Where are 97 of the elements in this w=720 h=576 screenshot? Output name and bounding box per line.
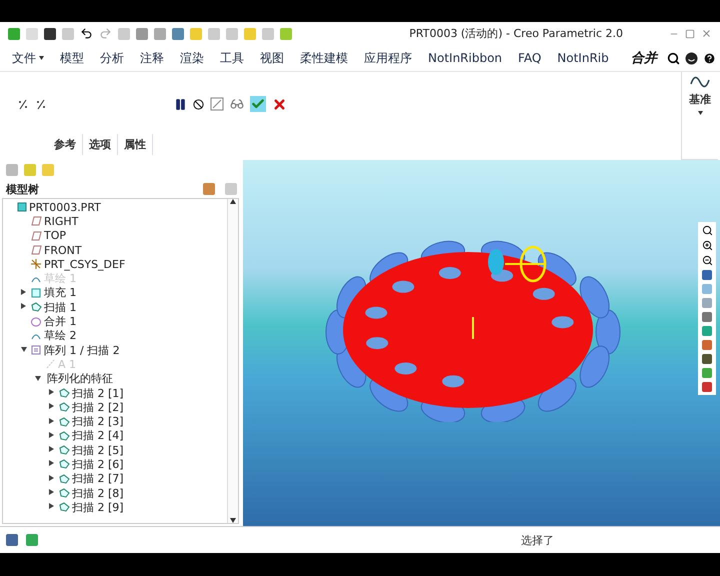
expanded-triangle-icon[interactable]: [35, 376, 41, 381]
tree-item[interactable]: RIGHT: [3, 214, 227, 229]
search-icon[interactable]: [702, 225, 712, 236]
sweep-icon: [59, 402, 70, 412]
sweep-icon: [59, 459, 70, 470]
cancel-icon[interactable]: [272, 96, 287, 112]
tree-item[interactable]: PRT0003.PRT: [3, 200, 227, 214]
sweep-icon: [59, 488, 70, 498]
sweep-icon: [59, 416, 70, 427]
scroll-down-icon[interactable]: [230, 518, 236, 523]
sweep-icon: [31, 302, 42, 312]
search-icon[interactable]: [667, 52, 680, 64]
no-preview-icon[interactable]: [193, 98, 204, 110]
preview-icon[interactable]: [210, 97, 224, 111]
tree-item[interactable]: 扫描 2 [7]: [3, 472, 227, 486]
sweep-icon: [59, 445, 70, 456]
smiley-icon[interactable]: [685, 52, 698, 64]
caret-icon[interactable]: [698, 111, 702, 115]
tree-item[interactable]: 扫描 2 [3]: [3, 414, 227, 429]
ribbon-tab[interactable]: 视图: [252, 46, 292, 70]
fill-icon: [31, 288, 42, 298]
ribbon-tab[interactable]: NotInRib: [549, 47, 617, 69]
scrollbar[interactable]: [227, 199, 238, 523]
toolbar-icon[interactable]: [44, 28, 56, 40]
redo-icon[interactable]: [99, 27, 112, 40]
pause-icon[interactable]: [174, 98, 187, 110]
sweep-icon: [59, 388, 70, 398]
ribbon-tab[interactable]: 柔性建模: [292, 46, 356, 70]
tree-item[interactable]: 扫描 2 [2]: [3, 400, 227, 414]
tree-item[interactable]: 合并 1: [3, 314, 227, 329]
tree-item[interactable]: 扫描 1: [3, 300, 227, 314]
ribbon-tab[interactable]: 模型: [52, 46, 92, 70]
dashboard-tab[interactable]: 选项: [83, 134, 118, 155]
ribbon-tab[interactable]: 渲染: [172, 46, 212, 70]
tree-item[interactable]: PRT_CSYS_DEF: [3, 257, 227, 272]
tree-item[interactable]: TOP: [3, 228, 227, 243]
tree-item[interactable]: 扫描 2 [8]: [3, 486, 227, 500]
dashboard-tab[interactable]: 属性: [118, 134, 153, 155]
maximize-icon[interactable]: [685, 28, 695, 38]
collapsed-triangle-icon[interactable]: [21, 288, 26, 295]
pattern-icon: [31, 345, 42, 356]
part-icon: [17, 202, 27, 212]
close-icon[interactable]: [701, 28, 712, 39]
collapsed-triangle-icon[interactable]: [49, 418, 54, 424]
apply-button[interactable]: [250, 96, 266, 112]
ribbon-tab[interactable]: NotInRibbon: [420, 47, 510, 69]
scroll-up-icon[interactable]: [230, 199, 236, 204]
tree-item[interactable]: 阵列 1 / 扫描 2: [3, 342, 227, 358]
collapsed-triangle-icon[interactable]: [49, 489, 54, 496]
tree-item[interactable]: 扫描 2 [9]: [3, 500, 227, 515]
ribbon-tab[interactable]: 分析: [92, 46, 132, 70]
sweep-icon: [59, 430, 70, 441]
tree-item[interactable]: 扫描 2 [5]: [3, 443, 227, 458]
tree-item[interactable]: 扫描 2 [6]: [3, 457, 227, 472]
dimension-icon[interactable]: [18, 98, 28, 110]
active-feature-label: 合并: [630, 50, 657, 67]
dimension-icon[interactable]: [36, 98, 46, 110]
zoom-out-icon[interactable]: [702, 255, 712, 266]
collapsed-triangle-icon[interactable]: [21, 303, 26, 310]
collapsed-triangle-icon[interactable]: [49, 460, 54, 466]
ribbon-tab[interactable]: 应用程序: [356, 46, 420, 70]
undo-icon[interactable]: [80, 27, 93, 40]
sine-curve-icon[interactable]: [690, 76, 710, 88]
model-tree-title: 模型树: [6, 182, 39, 196]
axis-icon: [45, 359, 56, 370]
collapsed-triangle-icon[interactable]: [49, 403, 54, 410]
plane-icon: [31, 216, 42, 226]
ribbon-tab[interactable]: FAQ: [510, 47, 550, 69]
collapsed-triangle-icon[interactable]: [49, 432, 54, 438]
sweep-icon: [59, 474, 70, 484]
tree-item[interactable]: 扫描 2 [1]: [3, 386, 227, 400]
sweep-icon: [59, 502, 70, 512]
zoom-in-icon[interactable]: [702, 240, 712, 251]
tree-item[interactable]: 草绘 2: [3, 328, 227, 343]
ribbon-tab[interactable]: 文件: [4, 46, 52, 70]
status-message: 选择了: [521, 532, 554, 548]
tree-item[interactable]: FRONT: [3, 242, 227, 258]
datum-group-label: 基准: [689, 92, 711, 107]
tree-item[interactable]: 扫描 2 [4]: [3, 428, 227, 444]
csys-icon: [31, 259, 42, 270]
expanded-triangle-icon[interactable]: [21, 347, 27, 352]
plane-icon: [31, 230, 42, 241]
ribbon-tab[interactable]: 工具: [212, 46, 252, 70]
collapsed-triangle-icon[interactable]: [49, 389, 54, 395]
collapsed-triangle-icon[interactable]: [49, 503, 54, 510]
dashboard-tab[interactable]: 参考: [48, 134, 83, 155]
tree-item[interactable]: 填充 1: [3, 286, 227, 300]
glasses-icon[interactable]: [230, 97, 244, 111]
ribbon-tab[interactable]: 注释: [132, 46, 172, 70]
collapsed-triangle-icon[interactable]: [49, 474, 54, 481]
tree-item[interactable]: 阵列化的特征: [3, 372, 227, 386]
plane-icon: [31, 245, 42, 256]
window-title: PRT0003 (活动的) - Creo Parametric 2.0: [409, 26, 623, 41]
help-icon[interactable]: [703, 52, 716, 64]
merge-icon: [31, 316, 42, 327]
caret-icon: [39, 56, 44, 60]
collapsed-triangle-icon[interactable]: [49, 446, 54, 452]
